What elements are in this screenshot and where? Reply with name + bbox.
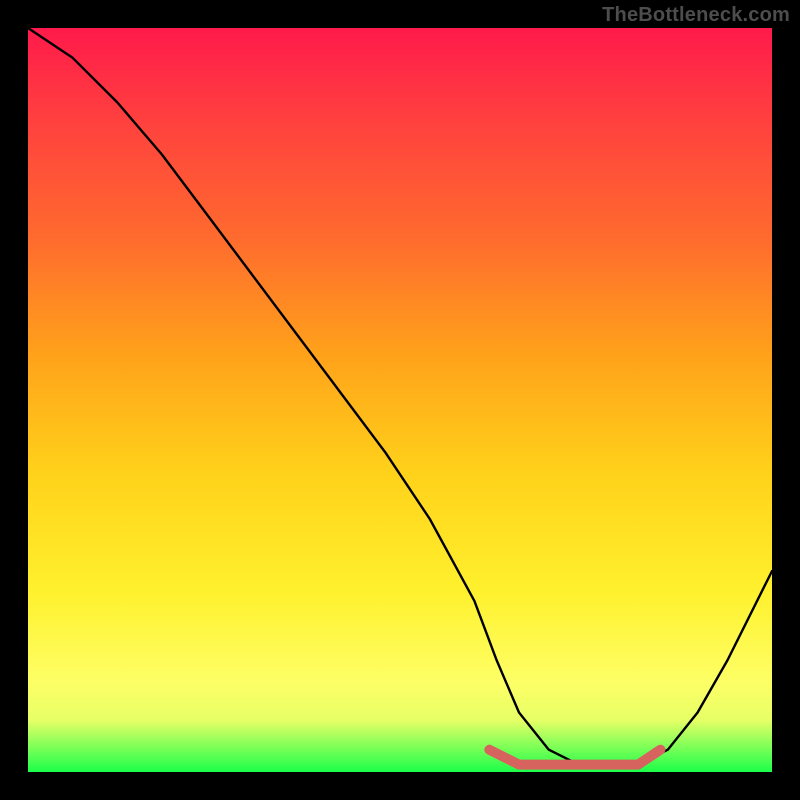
chart-svg	[28, 28, 772, 772]
bottom-band	[489, 750, 660, 765]
chart-frame: TheBottleneck.com	[0, 0, 800, 800]
watermark-text: TheBottleneck.com	[602, 4, 790, 27]
main-curve	[28, 28, 772, 765]
